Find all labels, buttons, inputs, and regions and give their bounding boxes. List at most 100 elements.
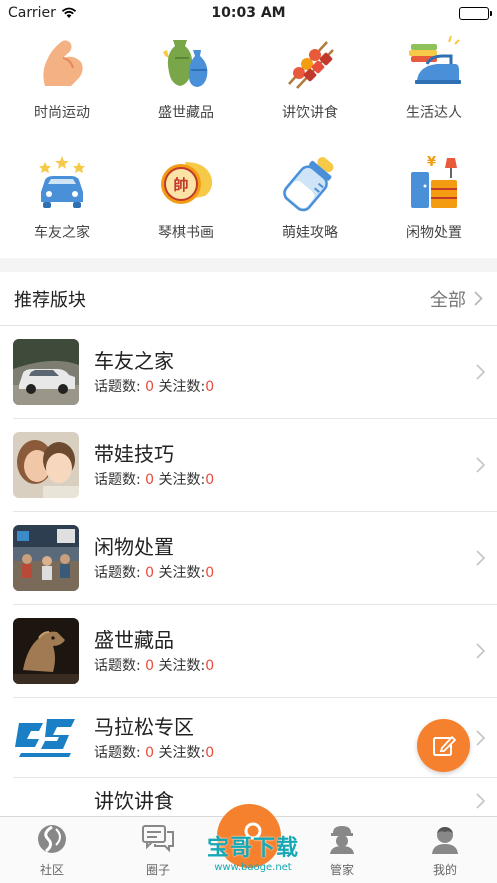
key-icon	[236, 822, 262, 850]
category-secondhand[interactable]: ¥ 闲物处置	[372, 152, 496, 242]
topics-count: 0	[145, 379, 155, 395]
board-thumbnail	[13, 525, 79, 591]
carrier-name: Carrier	[8, 5, 56, 21]
board-stats: 话题数: 0 关注数:0	[94, 655, 214, 675]
chess-icon: 帥	[161, 162, 213, 204]
follows-count: 0	[205, 472, 215, 488]
board-stats: 话题数: 0 关注数:0	[94, 562, 214, 582]
category-collectibles[interactable]: 盛世藏品	[124, 32, 248, 122]
iron-icon	[409, 35, 461, 84]
carrier-indicator: Carrier	[8, 5, 77, 21]
board-info: 盛世藏品 话题数: 0 关注数:0	[94, 627, 214, 675]
tab-label: 管家	[329, 863, 354, 877]
category-label: 时尚运动	[34, 105, 90, 121]
follows-count: 0	[205, 565, 215, 581]
topics-count: 0	[145, 744, 155, 761]
view-all-label: 全部	[430, 289, 466, 311]
board-stats: 话题数: 0 关注数:0	[94, 469, 214, 489]
topics-count: 0	[145, 472, 155, 488]
compose-button[interactable]	[417, 719, 470, 772]
board-thumbnail	[13, 618, 79, 684]
chat-bubbles-icon	[142, 825, 174, 853]
tab-butler[interactable]: 管家	[302, 823, 382, 878]
chevron-right-icon	[476, 793, 485, 809]
arm-muscle-icon	[43, 40, 83, 86]
follows-label: 关注数:	[158, 744, 206, 761]
chevron-right-icon	[476, 643, 485, 659]
follows-label: 关注数:	[158, 658, 206, 674]
tab-label: 圈子	[145, 863, 170, 877]
skewers-icon	[288, 41, 334, 89]
topics-label: 话题数:	[94, 658, 141, 674]
category-label: 讲饮讲食	[282, 105, 338, 121]
board-info: 带娃技巧 话题数: 0 关注数:0	[94, 441, 214, 489]
board-thumbnail	[13, 432, 79, 498]
tab-community[interactable]: 社区	[12, 823, 92, 878]
board-stats: 话题数: 0 关注数:0	[94, 376, 214, 396]
board-name: 盛世藏品	[94, 628, 174, 652]
board-info: 讲饮讲食	[94, 788, 174, 814]
category-label: 盛世藏品	[158, 105, 214, 121]
board-stats: 话题数: 0 关注数:0	[94, 742, 214, 762]
section-title: 推荐版块	[14, 289, 86, 311]
category-label: 萌娃攻略	[282, 225, 338, 241]
center-action-button[interactable]	[217, 804, 281, 868]
svg-text:¥: ¥	[427, 155, 436, 170]
board-info: 车友之家 话题数: 0 关注数:0	[94, 348, 214, 396]
category-cars[interactable]: 车友之家	[0, 152, 124, 242]
wifi-icon	[61, 7, 77, 18]
board-name: 车友之家	[94, 349, 174, 373]
view-all-link[interactable]: 全部	[430, 286, 483, 312]
follows-label: 关注数:	[158, 565, 206, 581]
category-label: 闲物处置	[406, 225, 462, 241]
edit-icon	[432, 735, 456, 756]
topics-count: 0	[145, 565, 155, 581]
follows-label: 关注数:	[158, 379, 206, 395]
baby-bottle-icon	[283, 157, 334, 212]
board-name: 闲物处置	[94, 535, 174, 559]
user-avatar-icon	[432, 827, 458, 854]
tab-me[interactable]: 我的	[405, 823, 485, 878]
topics-label: 话题数:	[94, 744, 141, 761]
follows-count: 0	[205, 379, 215, 395]
marathon-logo-icon	[13, 704, 79, 771]
tab-label: 社区	[39, 863, 64, 877]
board-item[interactable]: 车友之家 话题数: 0 关注数:0	[13, 326, 497, 419]
board-thumbnail	[13, 339, 79, 405]
category-food[interactable]: 讲饮讲食	[248, 32, 372, 122]
tab-label: 我的	[432, 863, 457, 877]
category-arts[interactable]: 帥 琴棋书画	[124, 152, 248, 242]
category-label: 生活达人	[406, 105, 462, 121]
follows-count: 0	[205, 744, 215, 761]
board-name: 讲饮讲食	[94, 789, 174, 813]
topics-count: 0	[145, 658, 155, 674]
board-item[interactable]: 带娃技巧 话题数: 0 关注数:0	[13, 419, 497, 512]
board-item[interactable]: 闲物处置 话题数: 0 关注数:0	[13, 512, 497, 605]
chevron-right-icon	[476, 729, 485, 746]
category-grid: 时尚运动 盛世藏品 讲饮讲食 生活达人 车友之家 帥 琴棋书画 萌娃攻略 ¥ 闲…	[0, 26, 497, 258]
board-info: 闲物处置 话题数: 0 关注数:0	[94, 534, 214, 582]
category-parenting[interactable]: 萌娃攻略	[248, 152, 372, 242]
car-icon	[39, 156, 85, 208]
category-label: 琴棋书画	[158, 225, 214, 241]
board-info: 马拉松专区 话题数: 0 关注数:0	[94, 714, 214, 762]
topics-label: 话题数:	[94, 565, 141, 581]
topics-label: 话题数:	[94, 472, 141, 488]
furniture-icon: ¥	[411, 155, 457, 208]
chevron-right-icon	[476, 457, 485, 473]
vase-icon	[163, 40, 208, 87]
tab-circles[interactable]: 圈子	[118, 823, 198, 878]
svg-text:帥: 帥	[173, 176, 188, 194]
follows-label: 关注数:	[158, 472, 206, 488]
chevron-right-icon	[474, 291, 483, 306]
category-lifestyle[interactable]: 生活达人	[372, 32, 496, 122]
status-bar: Carrier 10:03 AM	[0, 0, 497, 26]
butler-icon	[330, 826, 354, 854]
category-sports[interactable]: 时尚运动	[0, 32, 124, 122]
topics-label: 话题数:	[94, 379, 141, 395]
board-name: 马拉松专区	[94, 714, 194, 739]
board-thumbnail	[13, 790, 79, 816]
recommended-header: 推荐版块 全部	[0, 272, 497, 326]
board-item[interactable]: 盛世藏品 话题数: 0 关注数:0	[13, 605, 497, 698]
community-icon	[38, 825, 66, 853]
